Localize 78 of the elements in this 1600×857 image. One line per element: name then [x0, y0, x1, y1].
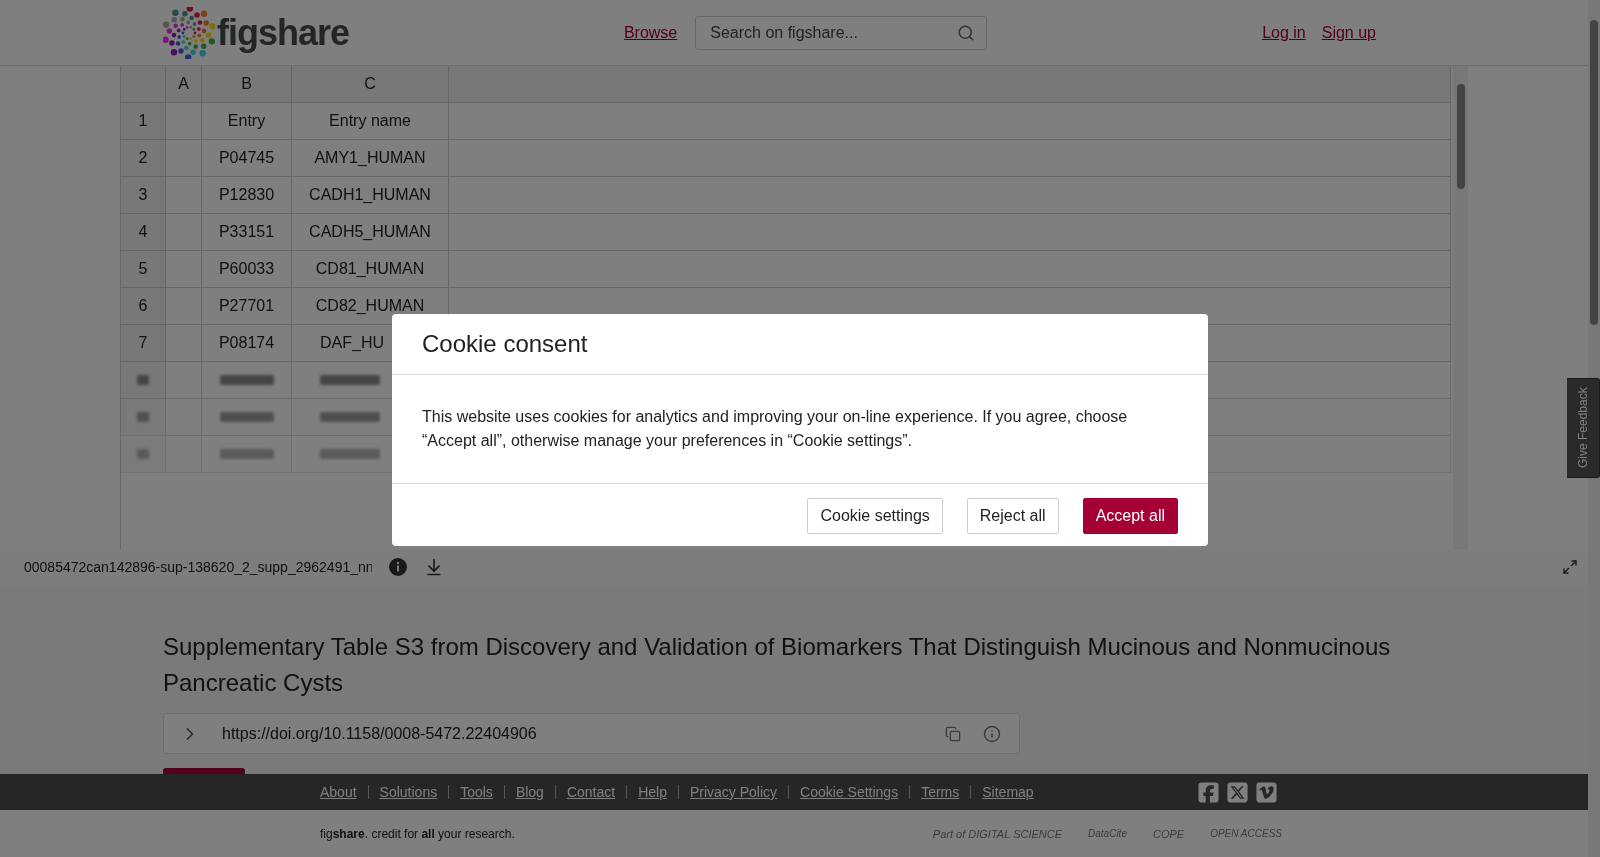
partner-logo: OPEN ACCESS — [1210, 828, 1282, 839]
blurred-text — [219, 412, 274, 422]
table-cell: CADH5_HUMAN — [292, 214, 449, 251]
table-cell — [166, 325, 202, 362]
footer-link[interactable]: Help — [638, 784, 667, 800]
row-number: 6 — [121, 288, 166, 325]
table-cell: P04745 — [202, 140, 292, 177]
table-cell — [166, 103, 202, 140]
dialog-button[interactable]: Reject all — [966, 498, 1059, 534]
partner-logo: DataCite — [1088, 828, 1127, 839]
table-cell: P12830 — [202, 177, 292, 214]
table-cell: AMY1_HUMAN — [292, 140, 449, 177]
blurred-text — [320, 412, 380, 422]
footer-link[interactable]: Tools — [460, 784, 493, 800]
column-header: C — [292, 66, 449, 103]
dialog-button[interactable]: Cookie settings — [807, 498, 943, 534]
article-title: Supplementary Table S3 from Discovery and Validation of Biomarkers That Distinguish Mucinous and Nonmucinous Pancreatic Cysts — [163, 632, 1392, 698]
search-field[interactable]: Search on figshare... — [695, 15, 988, 50]
table-cell: P08174 — [202, 325, 292, 362]
footer-link[interactable]: Cookie Settings — [800, 784, 899, 800]
vimeo-icon — [1255, 780, 1278, 804]
row-number: 1 — [121, 103, 166, 140]
info-button[interactable] — [983, 724, 1001, 743]
dialog-title: Cookie consent — [392, 314, 1208, 375]
download-icon — [424, 557, 444, 577]
browse-link[interactable]: Browse — [623, 23, 678, 42]
dialog-text: This website uses cookies for analytics and improving your on-line experience. If you agree, choose “Accept all”, otherwise manage your preferences in “Cookie settings”. — [392, 375, 1208, 484]
logo-icon — [163, 6, 215, 59]
table-cell: CD81_HUMAN — [292, 251, 449, 288]
table-cell — [166, 214, 202, 251]
table-cell — [166, 177, 202, 214]
footer-link[interactable]: About — [320, 784, 357, 800]
row-number: 4 — [121, 214, 166, 251]
footer-link[interactable]: Terms — [921, 784, 960, 800]
footer-link[interactable]: Sitemap — [982, 784, 1034, 800]
x-icon — [1226, 780, 1249, 804]
table-cell — [166, 140, 202, 177]
facebook-icon — [1197, 780, 1220, 804]
table-cell — [166, 288, 202, 325]
row-number: 7 — [121, 325, 166, 362]
footer-link[interactable]: Contact — [566, 784, 616, 800]
partner-logo: COPE — [1152, 827, 1185, 840]
fullscreen-button[interactable] — [1562, 559, 1578, 575]
logo-text: figshare — [217, 11, 350, 54]
footer-link[interactable]: Blog — [515, 784, 544, 800]
footer-link[interactable]: Solutions — [379, 784, 438, 800]
blurred-text — [320, 375, 380, 385]
accept-button[interactable]: Accept all — [1082, 498, 1178, 534]
copy-icon — [945, 725, 961, 742]
file-name: 00085472can142896-sup-138620_2_supp_2962491_nn — [24, 559, 372, 575]
download-button[interactable] — [424, 557, 444, 577]
search-icon — [957, 23, 976, 42]
table-cell: P27701 — [202, 288, 292, 325]
auth-link[interactable]: Log in — [1262, 23, 1306, 42]
blurred-text — [137, 375, 149, 385]
column-header: B — [202, 66, 292, 103]
feedback-tab[interactable]: Give Feedback — [1567, 378, 1600, 478]
column-header: A — [166, 66, 202, 103]
info-icon — [388, 557, 408, 577]
tagline: figshare. credit for all your research. — [320, 826, 515, 841]
table-cell: P60033 — [202, 251, 292, 288]
blurred-text — [137, 412, 149, 422]
row-number: 3 — [121, 177, 166, 214]
footer-link[interactable]: Privacy Policy — [689, 784, 778, 800]
table-cell: P33151 — [202, 214, 292, 251]
auth-link[interactable]: Sign up — [1321, 23, 1376, 42]
table-cell: Entry name — [292, 103, 449, 140]
copy-button[interactable] — [945, 725, 961, 742]
partner-logo: Part of DIGITAL SCIENCE — [932, 827, 1063, 840]
table-cell — [166, 251, 202, 288]
table-cell: Entry — [202, 103, 292, 140]
info-icon — [983, 724, 1001, 743]
table-cell: CADH1_HUMAN — [292, 177, 449, 214]
expand-icon — [1562, 559, 1578, 575]
row-number: 2 — [121, 140, 166, 177]
blurred-text — [219, 375, 274, 385]
info-button[interactable] — [388, 557, 408, 577]
row-number: 5 — [121, 251, 166, 288]
